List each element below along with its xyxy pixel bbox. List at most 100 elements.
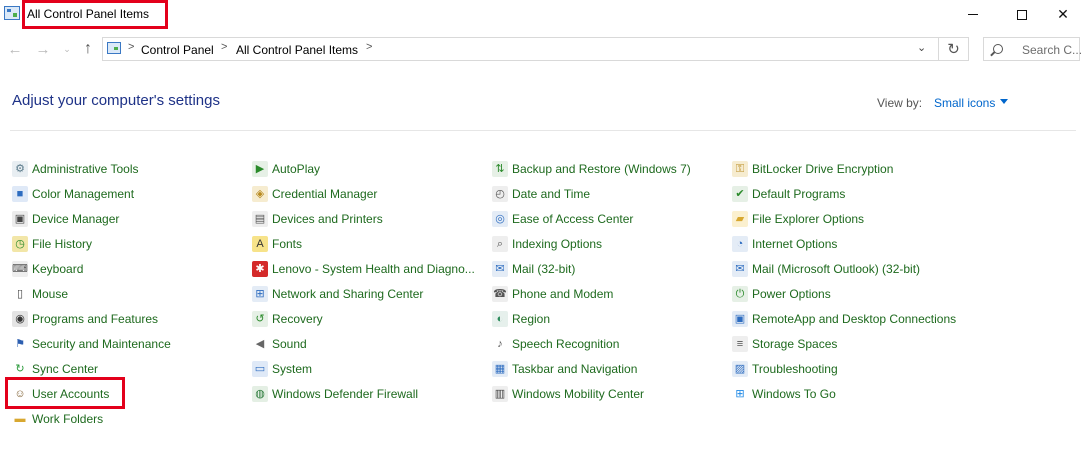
up-button[interactable]: ↑ [79, 39, 97, 59]
item-work-folders[interactable]: ▬ Work Folders [12, 410, 103, 428]
item-internet-options[interactable]: ◔ Internet Options [732, 235, 837, 253]
item-windows-defender-firewall[interactable]: ◍ Windows Defender Firewall [252, 385, 418, 403]
item-label[interactable]: Devices and Printers [272, 212, 383, 226]
breadcrumb-all-items[interactable]: All Control Panel Items [236, 43, 358, 57]
recent-locations-button[interactable]: ⌄ [58, 39, 76, 59]
item-label[interactable]: Administrative Tools [32, 162, 139, 176]
item-label[interactable]: File Explorer Options [752, 212, 864, 226]
item-network-and-sharing-center[interactable]: ⊞ Network and Sharing Center [252, 285, 423, 303]
minimize-button[interactable] [950, 0, 996, 29]
item-label[interactable]: Security and Maintenance [32, 337, 171, 351]
item-label[interactable]: Credential Manager [272, 187, 377, 201]
item-label[interactable]: Mouse [32, 287, 68, 301]
item-label[interactable]: Speech Recognition [512, 337, 619, 351]
item-fonts[interactable]: A Fonts [252, 235, 302, 253]
item-credential-manager[interactable]: ◈ Credential Manager [252, 185, 377, 203]
item-label[interactable]: Mail (Microsoft Outlook) (32-bit) [752, 262, 920, 276]
address-dropdown-icon[interactable]: ⌄ [917, 41, 926, 54]
item-windows-to-go[interactable]: ⊞ Windows To Go [732, 385, 836, 403]
breadcrumb-control-panel[interactable]: Control Panel [141, 43, 214, 57]
search-box[interactable]: Search C... [983, 37, 1082, 61]
item-label[interactable]: Fonts [272, 237, 302, 251]
item-label[interactable]: Keyboard [32, 262, 83, 276]
view-by-dropdown[interactable]: Small icons [934, 96, 995, 110]
item-programs-and-features[interactable]: ◉ Programs and Features [12, 310, 158, 328]
item-administrative-tools[interactable]: ⚙ Administrative Tools [12, 160, 139, 178]
item-device-manager[interactable]: ▣ Device Manager [12, 210, 119, 228]
item-label[interactable]: Indexing Options [512, 237, 602, 251]
item-label[interactable]: RemoteApp and Desktop Connections [752, 312, 956, 326]
item-bitlocker-drive-encryption[interactable]: ⚿ BitLocker Drive Encryption [732, 160, 893, 178]
item-backup-and-restore-windows-7[interactable]: ⇅ Backup and Restore (Windows 7) [492, 160, 691, 178]
item-label[interactable]: Region [512, 312, 550, 326]
item-file-history[interactable]: ◷ File History [12, 235, 92, 253]
item-autoplay[interactable]: ▶ AutoPlay [252, 160, 320, 178]
item-label[interactable]: Internet Options [752, 237, 837, 251]
item-remoteapp-and-desktop-connections[interactable]: ▣ RemoteApp and Desktop Connections [732, 310, 956, 328]
item-label[interactable]: Device Manager [32, 212, 119, 226]
item-speech-recognition[interactable]: ♪ Speech Recognition [492, 335, 619, 353]
item-label[interactable]: Lenovo - System Health and Diagno... [272, 262, 475, 276]
item-label[interactable]: Ease of Access Center [512, 212, 633, 226]
item-label[interactable]: Default Programs [752, 187, 845, 201]
breadcrumb-separator[interactable]: > [221, 41, 227, 53]
item-taskbar-and-navigation[interactable]: ▦ Taskbar and Navigation [492, 360, 637, 378]
item-keyboard[interactable]: ⌨ Keyboard [12, 260, 83, 278]
item-label[interactable]: Windows Mobility Center [512, 387, 644, 401]
forward-button[interactable]: → [34, 39, 52, 59]
item-troubleshooting[interactable]: ▨ Troubleshooting [732, 360, 838, 378]
item-label[interactable]: File History [32, 237, 92, 251]
item-mail-microsoft-outlook-32-bit[interactable]: ✉ Mail (Microsoft Outlook) (32-bit) [732, 260, 920, 278]
item-file-explorer-options[interactable]: ▰ File Explorer Options [732, 210, 864, 228]
maximize-button[interactable] [999, 0, 1045, 29]
address-bar[interactable]: > Control Panel > All Control Panel Item… [102, 37, 969, 61]
breadcrumb-separator[interactable]: > [128, 41, 134, 53]
item-label[interactable]: Sync Center [32, 362, 98, 376]
item-label[interactable]: BitLocker Drive Encryption [752, 162, 893, 176]
item-mail-32-bit[interactable]: ✉ Mail (32-bit) [492, 260, 575, 278]
item-label[interactable]: Color Management [32, 187, 134, 201]
item-indexing-options[interactable]: ⌕ Indexing Options [492, 235, 602, 253]
item-color-management[interactable]: ■ Color Management [12, 185, 134, 203]
item-label[interactable]: Taskbar and Navigation [512, 362, 637, 376]
item-label[interactable]: Network and Sharing Center [272, 287, 423, 301]
item-region[interactable]: ◐ Region [492, 310, 550, 328]
caret-down-icon[interactable] [1000, 99, 1008, 104]
item-label[interactable]: System [272, 362, 312, 376]
item-label[interactable]: Storage Spaces [752, 337, 837, 351]
item-ease-of-access-center[interactable]: ◎ Ease of Access Center [492, 210, 633, 228]
breadcrumb-separator[interactable]: > [366, 41, 372, 53]
item-label[interactable]: Windows To Go [752, 387, 836, 401]
item-sound[interactable]: ◀ Sound [252, 335, 307, 353]
search-placeholder[interactable]: Search C... [1022, 43, 1082, 57]
item-label[interactable]: Windows Defender Firewall [272, 387, 418, 401]
item-label[interactable]: Power Options [752, 287, 831, 301]
close-button[interactable]: ✕ [1040, 0, 1084, 29]
item-power-options[interactable]: ⏻ Power Options [732, 285, 831, 303]
item-mouse[interactable]: ▯ Mouse [12, 285, 68, 303]
item-label[interactable]: Mail (32-bit) [512, 262, 575, 276]
item-windows-mobility-center[interactable]: ▥ Windows Mobility Center [492, 385, 644, 403]
keyboard-icon: ⌨ [12, 261, 28, 277]
item-label[interactable]: Phone and Modem [512, 287, 613, 301]
refresh-button[interactable]: ↻ [938, 37, 968, 61]
item-recovery[interactable]: ↺ Recovery [252, 310, 323, 328]
item-date-and-time[interactable]: ◴ Date and Time [492, 185, 590, 203]
item-label[interactable]: Programs and Features [32, 312, 158, 326]
item-security-and-maintenance[interactable]: ⚑ Security and Maintenance [12, 335, 171, 353]
item-default-programs[interactable]: ✔ Default Programs [732, 185, 845, 203]
item-lenovo-system-health-and-diagno[interactable]: ✱ Lenovo - System Health and Diagno... [252, 260, 475, 278]
item-label[interactable]: AutoPlay [272, 162, 320, 176]
item-system[interactable]: ▭ System [252, 360, 312, 378]
item-label[interactable]: Backup and Restore (Windows 7) [512, 162, 691, 176]
item-devices-and-printers[interactable]: ▤ Devices and Printers [252, 210, 383, 228]
item-phone-and-modem[interactable]: ☎ Phone and Modem [492, 285, 613, 303]
item-label[interactable]: Sound [272, 337, 307, 351]
item-label[interactable]: Date and Time [512, 187, 590, 201]
item-label[interactable]: Recovery [272, 312, 323, 326]
back-button[interactable]: ← [6, 39, 24, 59]
item-label[interactable]: Work Folders [32, 412, 103, 426]
item-storage-spaces[interactable]: ≡ Storage Spaces [732, 335, 837, 353]
item-label[interactable]: Troubleshooting [752, 362, 838, 376]
item-sync-center[interactable]: ↻ Sync Center [12, 360, 98, 378]
